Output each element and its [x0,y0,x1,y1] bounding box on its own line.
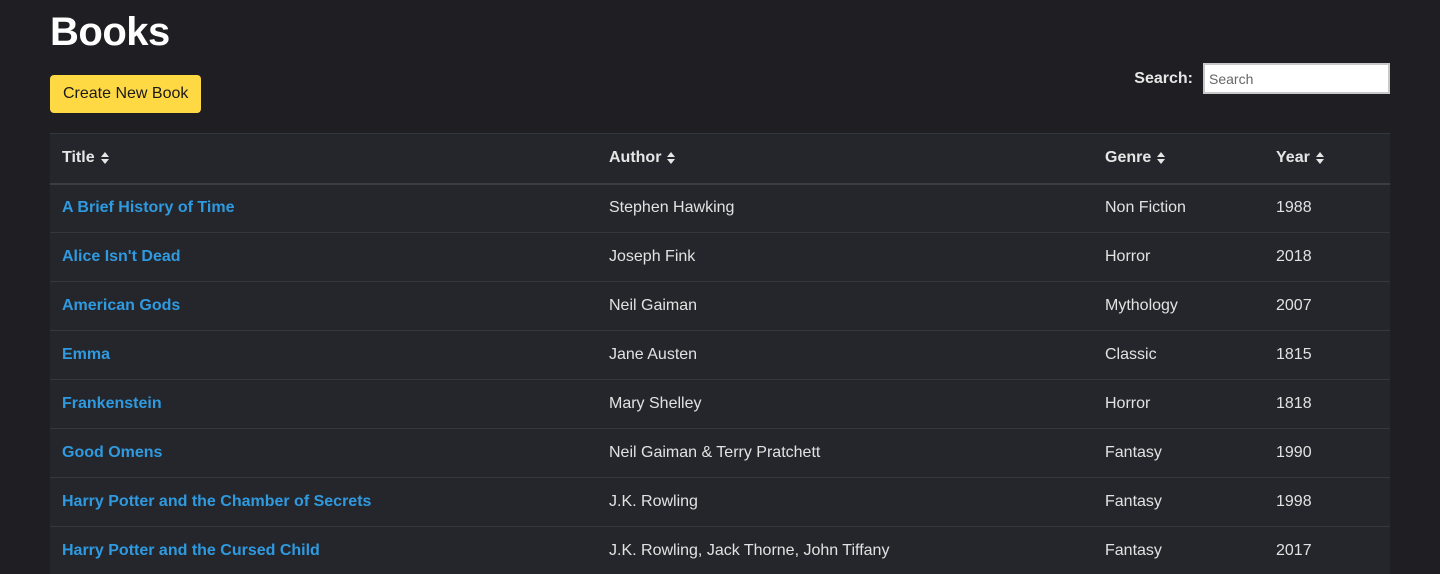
book-title-link[interactable]: Harry Potter and the Cursed Child [62,542,320,559]
column-header-author[interactable]: Author [597,134,1093,184]
book-title-link[interactable]: Emma [62,346,110,363]
table-body: A Brief History of Time Stephen Hawking … [50,184,1390,574]
cell-genre: Fantasy [1105,444,1162,461]
column-header-label: Year [1276,149,1310,167]
cell-year: 1815 [1276,346,1312,363]
column-header-label: Genre [1105,149,1152,167]
table-row: A Brief History of Time Stephen Hawking … [50,184,1390,233]
cell-year: 1990 [1276,444,1312,461]
cell-title: Alice Isn't Dead [50,233,597,282]
books-table-container: Title Author Genre Year A Brief History … [50,133,1390,574]
sort-icon [667,152,676,165]
sort-icon [1157,152,1166,165]
cell-title: Good Omens [50,429,597,478]
table-row: American Gods Neil Gaiman Mythology 2007 [50,282,1390,331]
search-area: Search: [1134,63,1390,94]
column-header-genre[interactable]: Genre [1093,134,1264,184]
book-title-link[interactable]: Alice Isn't Dead [62,248,181,265]
cell-year: 1818 [1276,395,1312,412]
page-title: Books [50,10,170,54]
table-row: Harry Potter and the Chamber of Secrets … [50,478,1390,527]
books-table: Title Author Genre Year A Brief History … [50,133,1390,574]
book-title-link[interactable]: A Brief History of Time [62,199,234,216]
cell-title: Frankenstein [50,380,597,429]
cell-author: Neil Gaiman [609,297,698,314]
table-row: Alice Isn't Dead Joseph Fink Horror 2018 [50,233,1390,282]
cell-title: Harry Potter and the Chamber of Secrets [50,478,597,527]
cell-author: Jane Austen [609,346,698,363]
cell-genre: Mythology [1105,297,1178,314]
table-row: Emma Jane Austen Classic 1815 [50,331,1390,380]
cell-year: 2007 [1276,297,1312,314]
table-row: Good Omens Neil Gaiman & Terry Pratchett… [50,429,1390,478]
cell-title: Harry Potter and the Cursed Child [50,527,597,574]
create-new-book-button[interactable]: Create New Book [50,75,202,113]
cell-author: Joseph Fink [609,248,696,265]
cell-author: J.K. Rowling, Jack Thorne, John Tiffany [609,542,890,559]
cell-year: 1988 [1276,199,1312,217]
cell-author: J.K. Rowling [609,493,698,510]
column-header-label: Author [609,149,662,167]
cell-title: American Gods [50,282,597,331]
column-header-title[interactable]: Title [50,134,597,184]
cell-title: A Brief History of Time [50,184,597,233]
book-title-link[interactable]: Good Omens [62,444,162,461]
header-row: Title Author Genre Year [50,133,1390,184]
search-label: Search: [1134,69,1193,87]
cell-genre: Non Fiction [1105,199,1186,217]
column-header-year[interactable]: Year [1264,134,1390,184]
sort-icon [1315,152,1324,165]
cell-genre: Fantasy [1105,493,1162,510]
books-page: Books Create New Book Search: Title Auth… [0,0,1440,574]
sort-icon [100,152,109,165]
table-row: Harry Potter and the Cursed Child J.K. R… [50,527,1390,574]
book-title-link[interactable]: Frankenstein [62,395,162,412]
cell-genre: Horror [1105,248,1151,265]
cell-year: 1998 [1276,493,1312,510]
cell-author: Stephen Hawking [609,199,735,217]
column-header-label: Title [62,149,95,167]
book-title-link[interactable]: Harry Potter and the Chamber of Secrets [62,493,371,510]
cell-year: 2018 [1276,248,1312,265]
cell-genre: Classic [1105,346,1157,363]
cell-genre: Horror [1105,395,1151,412]
table-header: Title Author Genre Year [50,133,1390,184]
table-row: Frankenstein Mary Shelley Horror 1818 [50,380,1390,429]
search-input[interactable] [1203,63,1390,94]
cell-author: Neil Gaiman & Terry Pratchett [609,444,821,461]
cell-title: Emma [50,331,597,380]
cell-year: 2017 [1276,542,1312,559]
cell-author: Mary Shelley [609,395,702,412]
book-title-link[interactable]: American Gods [62,297,180,314]
cell-genre: Fantasy [1105,542,1162,559]
